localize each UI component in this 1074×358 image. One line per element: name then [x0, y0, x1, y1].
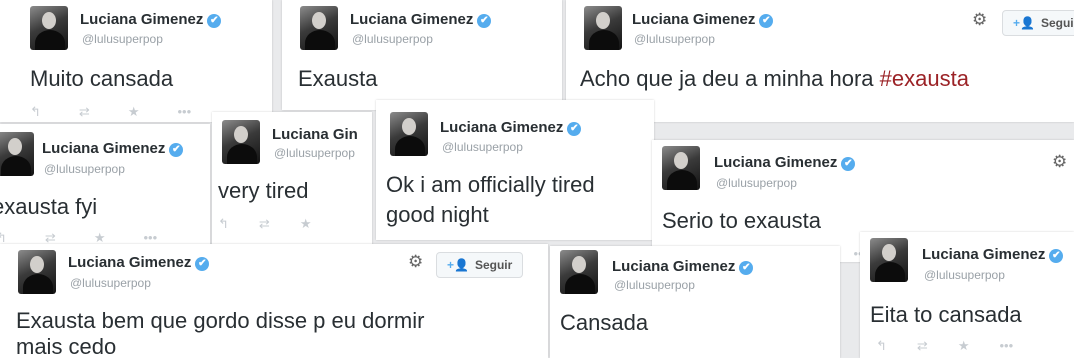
follow-button[interactable]: +👤 Seguir [1002, 10, 1074, 36]
tweet-author-name[interactable]: Luciana Gimenez ✔ [350, 11, 492, 28]
favorite-icon[interactable]: ★ [128, 104, 140, 120]
author-name: Luciana Gimenez [612, 258, 736, 275]
author-name: Luciana Gimenez [922, 246, 1046, 263]
tweet-text: Muito cansada [30, 66, 174, 91]
author-name: Luciana Gimenez [440, 119, 564, 136]
tweet-author-name[interactable]: Luciana Gimenez ✔ [440, 119, 582, 136]
follow-label: Seguir [1040, 16, 1074, 30]
reply-icon[interactable]: ↰ [876, 338, 887, 354]
follow-label: Seguir [474, 258, 513, 272]
tweet-card: Luciana Gimenez ✔ @lulusuperpop Exausta [282, 0, 562, 110]
tweet-actions: ↰ ⇄ ★ ••• [30, 104, 191, 120]
verified-icon: ✔ [759, 14, 774, 28]
avatar[interactable] [222, 120, 260, 164]
reply-icon[interactable]: ↰ [30, 104, 41, 120]
favorite-icon[interactable]: ★ [300, 216, 312, 232]
tweet-handle[interactable]: @lulusuperpop [352, 32, 433, 46]
tweet-handle[interactable]: @lulusuperpop [924, 268, 1005, 282]
tweet-handle[interactable]: @lulusuperpop [634, 32, 715, 46]
tweet-actions: ↰ ⇄ ★ [218, 216, 311, 232]
verified-icon: ✔ [477, 14, 492, 28]
author-name: Luciana Gimenez [632, 11, 756, 28]
tweet-text: Serio to exausta [662, 208, 821, 233]
author-name: Luciana Gimenez [42, 140, 166, 157]
tweet-handle[interactable]: @lulusuperpop [716, 176, 797, 190]
tweet-text: very tired [218, 178, 309, 203]
author-name: Luciana Gimenez [350, 11, 474, 28]
tweet-author-name[interactable]: Luciana Gimenez ✔ [922, 246, 1064, 263]
tweet-author-name[interactable]: Luciana Gimenez ✔ [612, 258, 754, 275]
tweet-handle[interactable]: @lulusuperpop [44, 162, 125, 176]
tweet-text: Cansada [560, 310, 649, 335]
tweet-card: Luciana Gimenez ✔ @lulusuperpop Muito can… [0, 0, 272, 122]
tweet-text: Acho que ja deu a minha hora #exausta [580, 64, 969, 94]
tweet-actions: ↰ ⇄ ★ ••• [876, 338, 1013, 354]
tweet-author-name[interactable]: Luciana Gimenez ✔ [42, 140, 184, 157]
tweet-text: exausta fyi [0, 194, 98, 219]
avatar[interactable] [390, 112, 428, 156]
tweet-card: Luciana Gimenez ✔ @lulusuperpop Eita to c… [860, 232, 1074, 358]
tweet-card: Luciana Gimenez ✔ @lulusuperpop Cansada [550, 246, 840, 358]
avatar[interactable] [18, 250, 56, 294]
author-name: Luciana Gimenez [714, 154, 838, 171]
tweet-author-name[interactable]: Luciana Gimenez ✔ [80, 11, 222, 28]
more-icon[interactable]: ••• [999, 338, 1013, 354]
verified-icon: ✔ [207, 14, 222, 28]
avatar[interactable] [0, 132, 34, 176]
verified-icon: ✔ [739, 261, 754, 275]
verified-icon: ✔ [567, 122, 582, 136]
tweet-handle[interactable]: @lulusuperpop [614, 278, 695, 292]
avatar[interactable] [662, 146, 700, 190]
tweet-handle[interactable]: @lulusuperpop [274, 146, 355, 160]
tweet-author-name[interactable]: Luciana Gimenez ✔ [714, 154, 856, 171]
gear-icon[interactable]: ⚙ [1052, 152, 1067, 172]
more-icon[interactable]: ••• [177, 104, 191, 120]
avatar[interactable] [870, 238, 908, 282]
verified-icon: ✔ [195, 257, 210, 271]
tweet-card: Luciana Gimenez ✔ @lulusuperpop Ok i am o… [376, 100, 654, 240]
tweet-card: Luciana Gimenez ✔ @lulusuperpop ⚙ +👤 Segui… [0, 244, 548, 358]
gear-icon[interactable]: ⚙ [972, 10, 987, 30]
favorite-icon[interactable]: ★ [958, 338, 970, 354]
tweet-card: Luciana Gimenez ✔ @lulusuperpop exausta f… [0, 124, 210, 246]
tweet-author-name[interactable]: Luciana Gimenez ✔ [68, 254, 210, 271]
hashtag-link[interactable]: #exausta [880, 66, 969, 91]
author-name: Luciana Gin [272, 126, 358, 143]
tweet-handle[interactable]: @lulusuperpop [442, 140, 523, 154]
author-name: Luciana Gimenez [80, 11, 204, 28]
follow-button[interactable]: +👤 Seguir [436, 252, 524, 278]
follow-icon: +👤 [1013, 16, 1035, 30]
avatar[interactable] [30, 6, 68, 50]
avatar[interactable] [560, 250, 598, 294]
retweet-icon[interactable]: ⇄ [259, 216, 270, 232]
verified-icon: ✔ [841, 157, 856, 171]
retweet-icon[interactable]: ⇄ [79, 104, 90, 120]
tweet-handle[interactable]: @lulusuperpop [70, 276, 151, 290]
tweet-text-line-2: mais cedo [16, 334, 117, 358]
tweet-text: Exausta [298, 66, 378, 91]
tweet-text-line-1: Ok i am officially tired [386, 172, 595, 197]
gear-icon[interactable]: ⚙ [408, 252, 423, 272]
tweet-author-name[interactable]: Luciana Gin [272, 126, 358, 143]
tweet-text-body: Acho que ja deu a minha hora [580, 66, 880, 91]
tweet-text-line-2: good night [386, 202, 489, 227]
verified-icon: ✔ [1049, 249, 1064, 263]
tweet-author-name[interactable]: Luciana Gimenez ✔ [632, 11, 774, 28]
tweet-handle[interactable]: @lulusuperpop [82, 32, 163, 46]
reply-icon[interactable]: ↰ [218, 216, 229, 232]
retweet-icon[interactable]: ⇄ [917, 338, 928, 354]
tweet-card: Luciana Gin @lulusuperpop very tired ↰ ⇄… [212, 112, 372, 246]
avatar[interactable] [584, 6, 622, 50]
avatar[interactable] [300, 6, 338, 50]
author-name: Luciana Gimenez [68, 254, 192, 271]
tweet-text: Eita to cansada [870, 302, 1022, 327]
follow-icon: +👤 [447, 258, 469, 272]
verified-icon: ✔ [169, 143, 184, 157]
